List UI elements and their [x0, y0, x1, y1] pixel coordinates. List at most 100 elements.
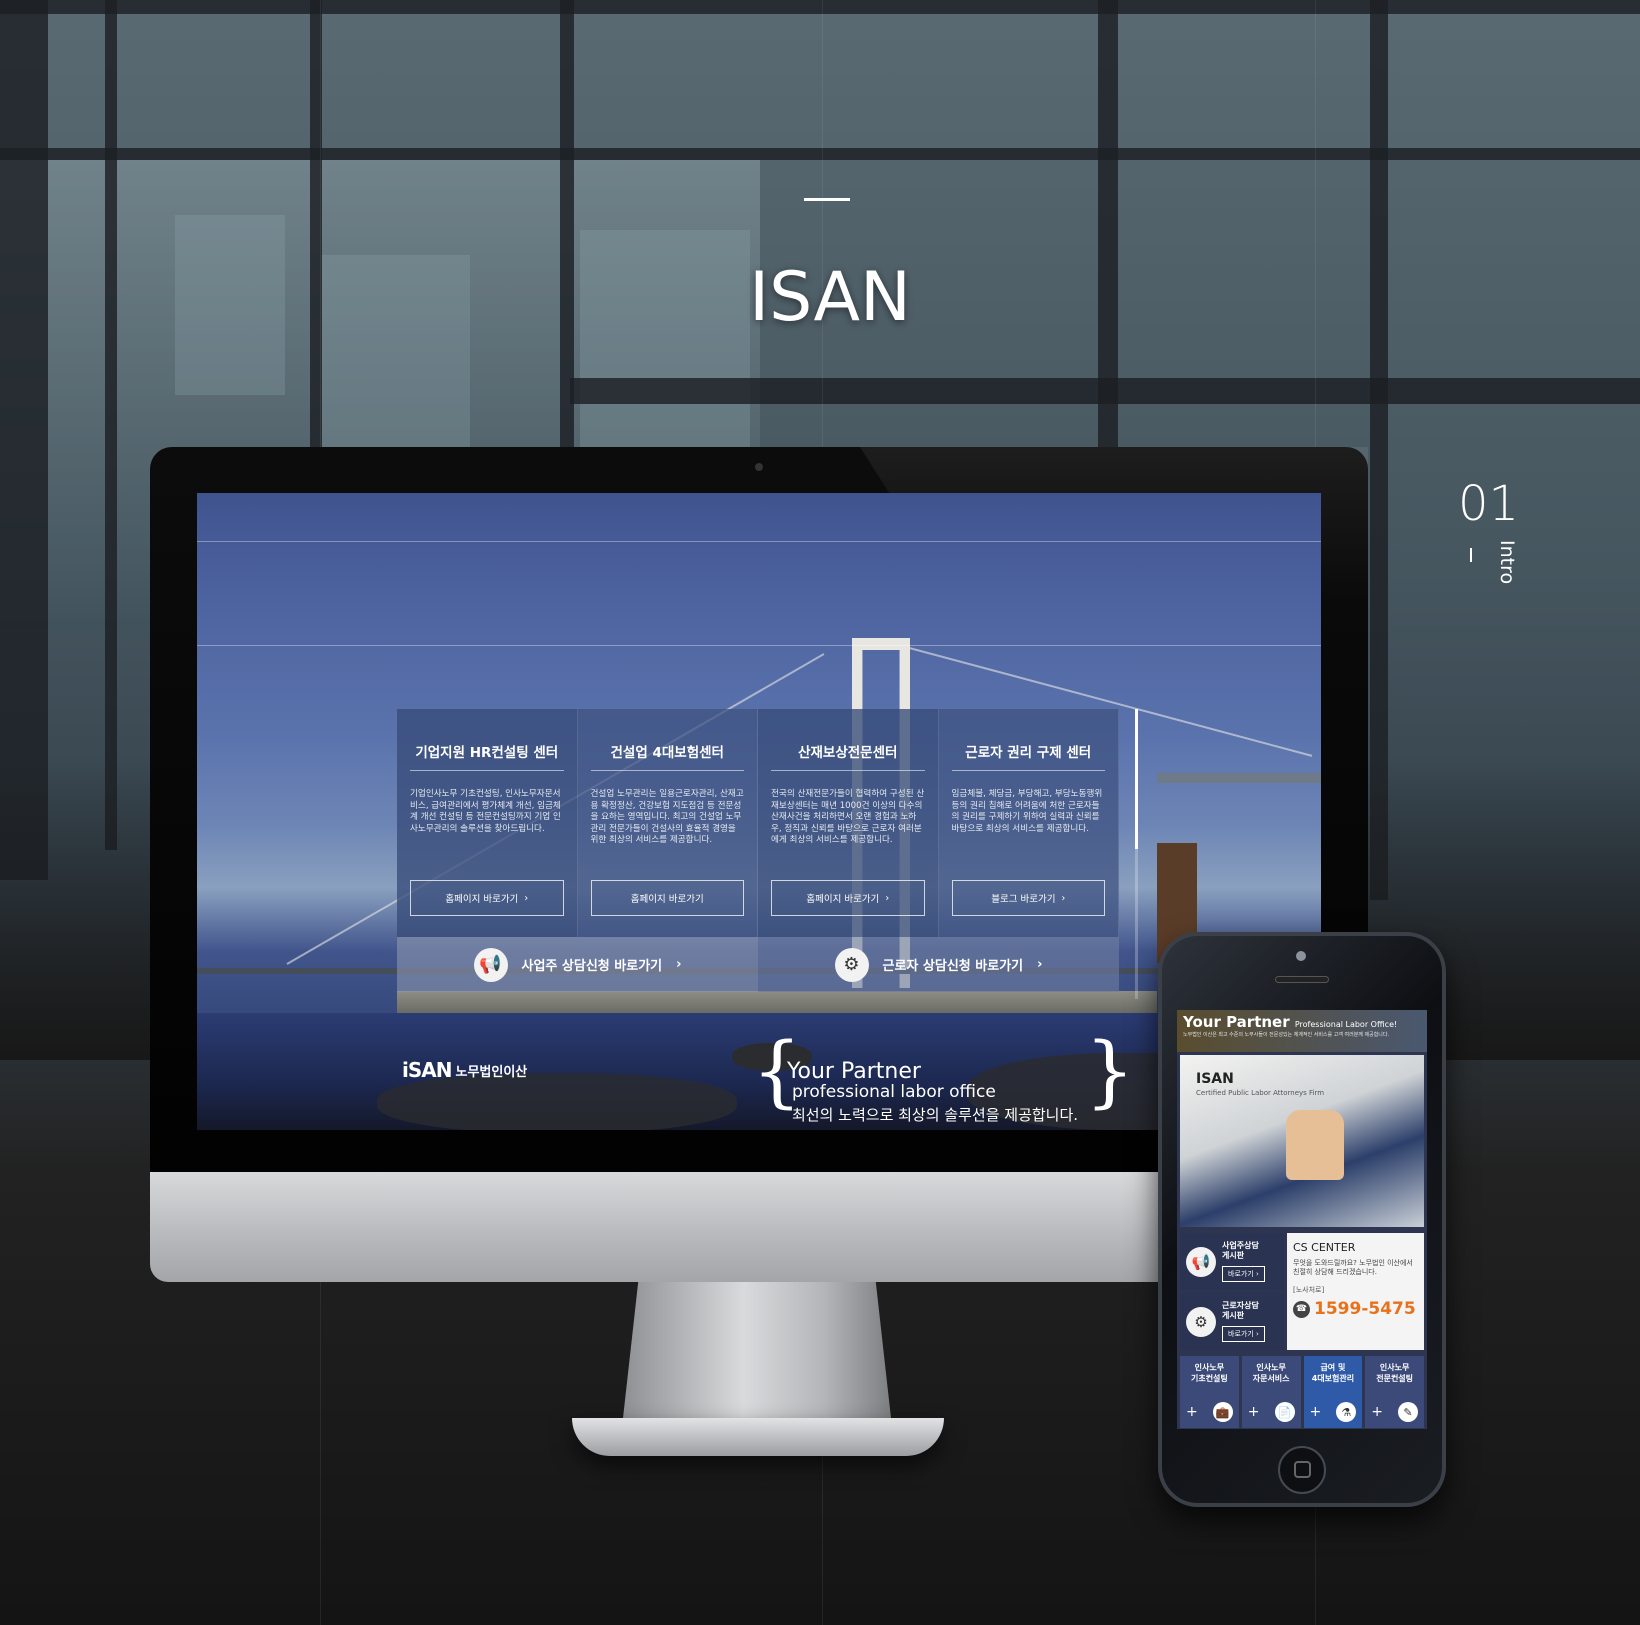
cs-phone[interactable]: ☎ 1599-5475 [1293, 1299, 1418, 1319]
service-label: 기초컨설팅 [1190, 1374, 1228, 1384]
center-card: 기업지원 HR컨설팅 센터 기업인사노무 기초컨설팅, 인사노무자문서비스, 급… [397, 709, 578, 937]
mobile-website-screen: Your Partner Professional Labor Office! … [1177, 1010, 1427, 1429]
imac-stand [622, 1282, 892, 1427]
home-button-icon [1294, 1461, 1311, 1478]
service-label: 자문서비스 [1252, 1374, 1290, 1384]
hero-subtitle: Certified Public Labor Attorneys Firm [1196, 1089, 1325, 1097]
header-rule [197, 541, 1321, 542]
service-tile[interactable]: 인사노무 기초컨설팅 + 💼 [1180, 1356, 1239, 1428]
button-label: 블로그 바로가기 [991, 894, 1056, 905]
tagline-headline: Your Partner [787, 1059, 921, 1084]
chevron-right-icon: › [676, 957, 682, 972]
employer-consult-link[interactable]: 📢 사업주 상담신청 바로가기 › [397, 937, 758, 992]
center-description: 건설업 노무관리는 일용근로자관리, 산재고용 확정정산, 건강보험 지도점검 … [590, 789, 744, 846]
section-number: 01 [1458, 476, 1520, 532]
mobile-middle: 📢 사업주상담 게시판 바로가기 › ⚙ 근로자상담 게시판 바로가기 › CS… [1180, 1233, 1424, 1350]
thumbs-up-hand [1286, 1110, 1344, 1180]
chevron-right-icon: › [1061, 892, 1066, 904]
button-label: 홈페이지 바로가기 [445, 894, 519, 905]
desktop-website-screen: iSAN 노무법인이산 { } Your Partner professiona… [197, 493, 1321, 1130]
cs-description: 무엇을 도와드릴까요? 노무법인 이산에서 친절히 상담해 드리겠습니다. [1293, 1259, 1413, 1277]
center-link-button[interactable]: 홈페이지 바로가기 [590, 880, 744, 916]
consult-label: 사업주 상담신청 바로가기 [521, 959, 663, 974]
button-label: 홈페이지 바로가기 [630, 894, 704, 905]
mobile-headline-sub: Professional Labor Office! [1294, 1020, 1398, 1029]
board-label: 게시판 [1222, 1311, 1245, 1320]
cs-title: CS CENTER [1293, 1241, 1356, 1254]
plus-icon: + [1371, 1404, 1383, 1420]
logo-name: 노무법인이산 [455, 1064, 528, 1080]
mobile-subtitle: 노무법인 이산은 최고 수준의 노무사들이 전문성있는 체계적인 서비스를 고객… [1183, 1032, 1390, 1038]
window-frame [0, 148, 1640, 160]
worker-board-link[interactable]: ⚙ 근로자상담 게시판 바로가기 › [1180, 1293, 1284, 1350]
center-card: 근로자 권리 구제 센터 임금체불, 체당금, 부당해고, 부당노동행위 등의 … [938, 709, 1119, 937]
service-label: 인사노무 [1194, 1363, 1225, 1372]
briefcase-icon: 💼 [1212, 1402, 1233, 1422]
site-logo[interactable]: iSAN 노무법인이산 [402, 1058, 527, 1082]
board-links: 📢 사업주상담 게시판 바로가기 › ⚙ 근로자상담 게시판 바로가기 › [1180, 1233, 1284, 1350]
phone-icon: ☎ [1293, 1300, 1310, 1318]
service-label: 인사노무 [1379, 1363, 1410, 1372]
cs-center-panel: CS CENTER 무엇을 도와드릴까요? 노무법인 이산에서 친절히 상담해 … [1287, 1233, 1424, 1350]
chevron-right-icon: › [885, 892, 890, 904]
gear-icon: ⚙ [1186, 1306, 1216, 1337]
megaphone-icon: 📢 [1186, 1246, 1216, 1277]
imac-base [572, 1418, 944, 1456]
board-label: 게시판 [1222, 1251, 1245, 1260]
megaphone-icon: 📢 [473, 947, 508, 982]
center-link-button[interactable]: 홈페이지 바로가기 › [771, 880, 925, 916]
worker-consult-link[interactable]: ⚙ 근로자 상담신청 바로가기 › [758, 937, 1119, 992]
employer-board-link[interactable]: 📢 사업주상담 게시판 바로가기 › [1180, 1233, 1284, 1290]
bridge-truss [1157, 773, 1321, 783]
phone-speaker [1275, 976, 1329, 983]
logo-mark: iSAN [402, 1058, 452, 1082]
imac-camera [755, 463, 763, 471]
consult-label: 근로자 상담신청 바로가기 [882, 959, 1024, 974]
tagline-korean: 최선의 노력으로 최상의 솔루션을 제공합니다. [792, 1106, 1079, 1124]
center-title: 산재보상전문센터 [771, 741, 925, 771]
service-label: 4대보험관리 [1311, 1374, 1355, 1384]
hero-title: ISAN [1196, 1071, 1234, 1087]
service-tile[interactable]: 인사노무 전문컨설팅 + ✎ [1365, 1356, 1424, 1428]
scroll-thumb[interactable] [1135, 709, 1138, 849]
board-label: 근로자상담 [1222, 1301, 1259, 1311]
center-link-button[interactable]: 홈페이지 바로가기 › [410, 880, 564, 916]
background-building [320, 255, 470, 475]
center-card: 건설업 4대보험센터 건설업 노무관리는 일용근로자관리, 산재고용 확정정산,… [577, 709, 758, 937]
window-frame [105, 0, 117, 850]
service-tile[interactable]: 급여 및 4대보험관리 + ⚗ [1303, 1356, 1363, 1428]
flask-icon: ⚗ [1336, 1402, 1357, 1422]
consult-bar: 📢 사업주 상담신청 바로가기 › ⚙ 근로자 상담신청 바로가기 › [397, 937, 1119, 992]
gear-icon: ⚙ [834, 947, 869, 982]
center-description: 전국의 산재전문가들이 협력하여 구성된 산재보상센터는 매년 1000건 이상… [771, 789, 925, 846]
go-button[interactable]: 바로가기 › [1222, 1265, 1265, 1282]
service-label: 인사노무 [1256, 1363, 1286, 1372]
service-label: 전문컨설팅 [1376, 1374, 1414, 1384]
center-title: 근로자 권리 구제 센터 [951, 741, 1105, 771]
center-description: 기업인사노무 기초컨설팅, 인사노무자문서비스, 급여관리에서 평가체계 개선,… [410, 789, 561, 834]
window-frame [0, 0, 1640, 14]
mobile-headline: Your Partner [1183, 1013, 1290, 1031]
mobile-header: Your Partner Professional Labor Office! … [1177, 1010, 1427, 1052]
plus-icon: + [1186, 1404, 1198, 1420]
service-label: 급여 및 [1320, 1363, 1346, 1372]
chevron-right-icon: › [1037, 957, 1043, 972]
center-title: 건설업 4대보험센터 [590, 741, 744, 771]
button-label: 홈페이지 바로가기 [806, 894, 880, 905]
center-description: 임금체불, 체당금, 부당해고, 부당노동행위 등의 권리 침해로 어려움에 처… [951, 789, 1103, 834]
mobile-hero-image: ISAN Certified Public Labor Attorneys Fi… [1180, 1055, 1424, 1227]
board-label: 사업주상담 [1222, 1241, 1259, 1251]
center-link-button[interactable]: 블로그 바로가기 › [951, 880, 1105, 916]
go-button[interactable]: 바로가기 › [1222, 1325, 1265, 1342]
mobile-services: 인사노무 기초컨설팅 + 💼 인사노무 자문서비스 + 📄 급여 및 4대보험관… [1180, 1356, 1424, 1428]
tagline-subhead: professional labor office [792, 1082, 996, 1102]
phone-camera [1296, 951, 1306, 961]
service-tile[interactable]: 인사노무 자문서비스 + 📄 [1241, 1356, 1301, 1428]
cs-label: [노사처로] [1293, 1286, 1325, 1295]
document-icon: 📄 [1274, 1402, 1295, 1422]
phone-number: 1599-5475 [1314, 1299, 1416, 1320]
center-card: 산재보상전문센터 전국의 산재전문가들이 협력하여 구성된 산재보상센터는 매년… [758, 709, 939, 937]
window-frame [0, 0, 48, 880]
header-rule [197, 645, 1321, 646]
service-centers: 기업지원 HR컨설팅 센터 기업인사노무 기초컨설팅, 인사노무자문서비스, 급… [397, 709, 1119, 937]
